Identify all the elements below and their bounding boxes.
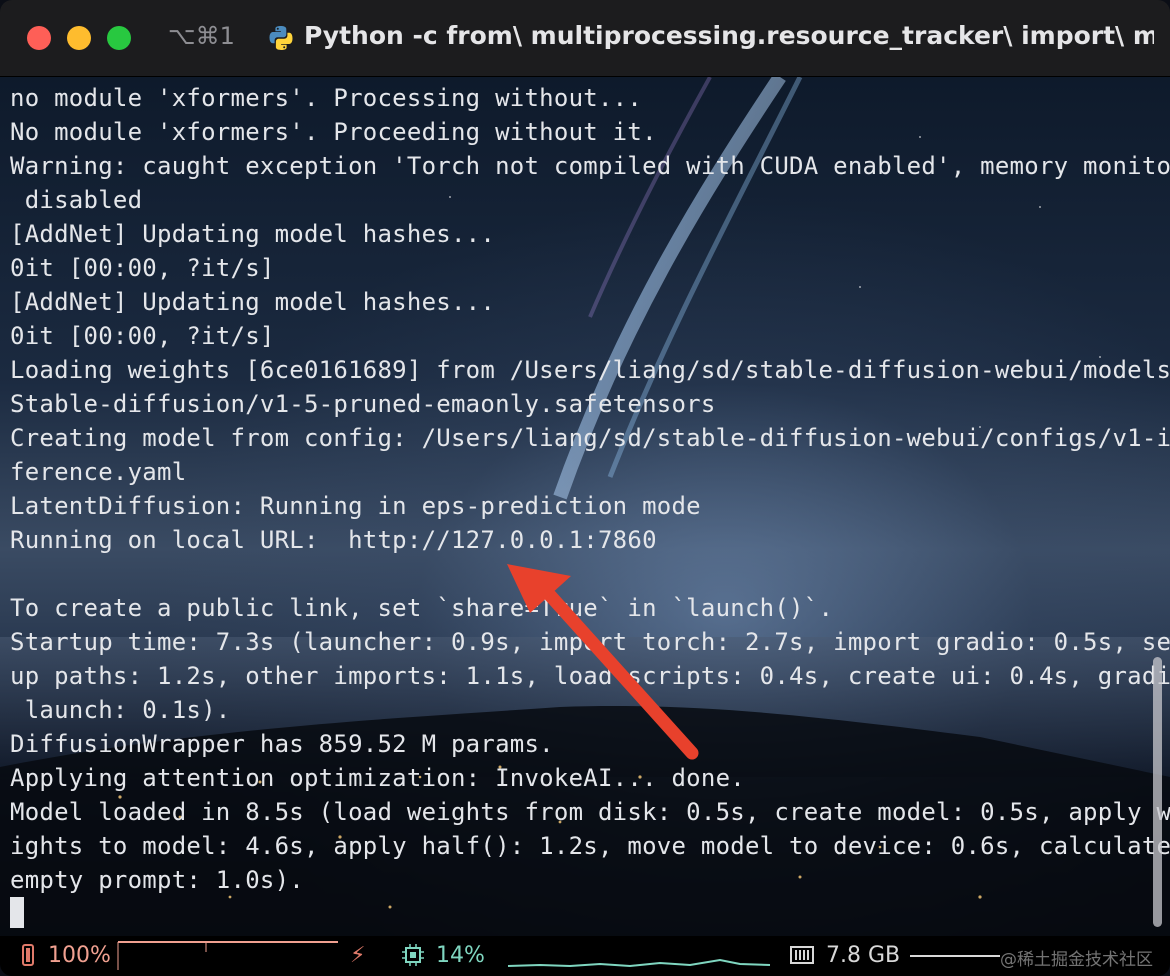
- zoom-button[interactable]: [107, 26, 131, 50]
- close-button[interactable]: [27, 26, 51, 50]
- bolt-icon: ⚡: [350, 943, 366, 968]
- minimize-button[interactable]: [67, 26, 91, 50]
- scrollbar[interactable]: [1153, 657, 1162, 927]
- watermark: @稀土掘金技术社区: [1000, 950, 1153, 970]
- terminal-output[interactable]: no module 'xformers'. Processing without…: [0, 77, 1170, 936]
- title-bar: ⌥⌘1 Python -c from\ multiprocessing.reso…: [0, 0, 1170, 77]
- memory-usage: 7.8 GB: [826, 943, 901, 968]
- python-icon: [269, 26, 293, 50]
- annotation-arrow: [507, 564, 699, 760]
- cpu-usage: 14%: [436, 943, 485, 968]
- memory-icon: [790, 946, 814, 964]
- terminal-window: ⌥⌘1 Python -c from\ multiprocessing.reso…: [0, 0, 1170, 976]
- status-bar: 100% ⚡ 14% 7.8 GB @稀土掘金技术社区: [0, 936, 1170, 976]
- usage-sparklines: [117, 941, 1000, 970]
- tab-shortcut: ⌥⌘1: [168, 22, 235, 50]
- cpu-icon: [402, 944, 424, 966]
- window-title: Python -c from\ multiprocessing.resource…: [304, 21, 1154, 50]
